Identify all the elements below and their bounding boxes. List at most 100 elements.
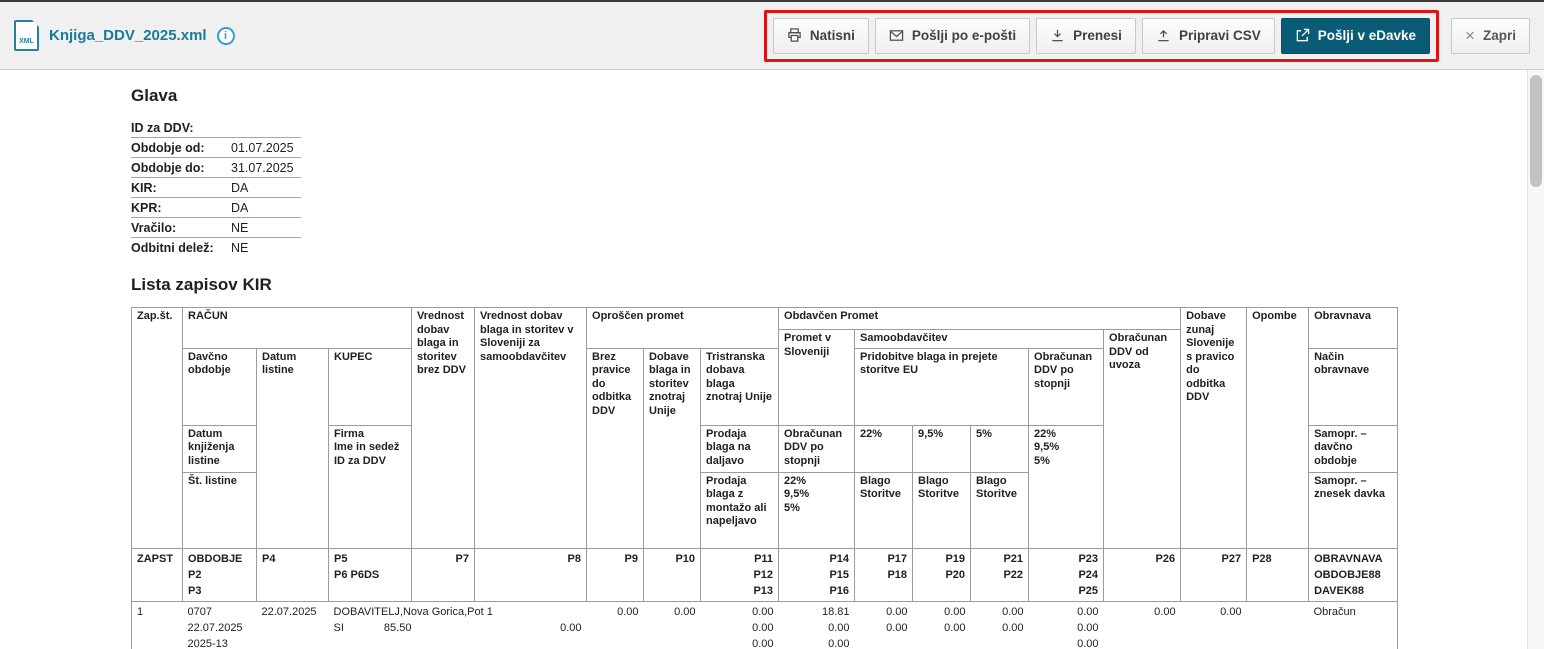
glava-value: [231, 118, 301, 138]
prepare-csv-button[interactable]: Pripravi CSV: [1141, 17, 1275, 54]
code-p5-p6-p6ds: P5 P6 P6DS: [327, 547, 413, 602]
export-csv-icon: [1158, 29, 1169, 42]
th-vrednost-brez-ddv: Vrednost dobav blaga in storitev brez DD…: [411, 307, 476, 549]
code-p21-p22: P21 P22: [970, 547, 1030, 602]
download-icon: [1052, 29, 1063, 42]
topbar: XML Knjiga_DDV_2025.xml i Natisni Pošlji…: [0, 0, 1544, 70]
th-dobave-znotraj-unije: Dobave blaga in storitev znotraj Unije: [643, 347, 702, 549]
glava-value: 31.07.2025: [231, 157, 301, 178]
code-obravnava: OBRAVNAVA OBDOBJE88 DAVEK88: [1308, 547, 1399, 602]
cell-obravnava: Obračun: [1308, 601, 1398, 649]
highlighted-toolbar: Natisni Pošlji po e-pošti Prenesi Pripra…: [763, 9, 1440, 62]
xml-file-icon: XML: [14, 20, 39, 51]
th-st-listine: Št. listine: [182, 471, 257, 549]
vertical-scrollbar[interactable]: [1527, 70, 1544, 649]
th-obravnava: Obravnava: [1308, 307, 1399, 349]
code-p19-p20: P19 P20: [912, 547, 972, 602]
th-datum-listine: Datum listine: [256, 347, 329, 549]
download-button[interactable]: Prenesi: [1036, 17, 1136, 54]
cell-kupec-line2: SI 85.50: [333, 620, 412, 636]
glava-row: ID za DDV:: [131, 118, 301, 138]
code-p14-p15-p16: P14 P15 P16: [778, 547, 856, 602]
th-oproscen-promet: Oproščen promet: [586, 307, 780, 349]
send-to-edavke-button[interactable]: Pošlji v eDavke: [1280, 17, 1431, 54]
cell-kupec-id: SI: [333, 621, 344, 634]
glava-label: Obdobje od:: [131, 137, 231, 158]
cell-p26: 0.00: [1103, 601, 1181, 649]
cell-p23-p24-p25: 0.00 0.00 0.00: [1028, 601, 1104, 649]
th-blago-storitve-22: Blago Storitve: [854, 471, 914, 549]
close-icon: ×: [1465, 26, 1475, 45]
prepare-csv-button-label: Pripravi CSV: [1178, 28, 1261, 43]
code-p17-p18: P17 P18: [854, 547, 914, 602]
close-button-label: Zapri: [1482, 28, 1516, 43]
th-blago-storitve-95: Blago Storitve: [912, 471, 972, 549]
th-samopr-davcno-obdobje: Samopr. – davčno obdobje: [1308, 424, 1399, 473]
glava-label: KIR:: [131, 177, 231, 198]
glava-label: Obdobje do:: [131, 157, 231, 178]
code-p27: P27: [1180, 547, 1248, 602]
cell-kupec-znesek: 85.50: [383, 621, 412, 634]
th-promet-v-sloveniji: Promet v Sloveniji: [778, 329, 856, 426]
th-zapst: Zap.št.: [131, 307, 183, 549]
glava-value: DA: [231, 197, 301, 218]
glava-table: ID za DDV: Obdobje od: 01.07.2025 Obdobj…: [131, 118, 301, 257]
th-tristranska-dobava: Tristranska dobava blaga znotraj Unije: [700, 347, 780, 426]
cell-obdobje: 0707 22.07.2025 2025-13: [182, 601, 257, 649]
code-obdobje-p2-p3: OBDOBJE P2 P3: [182, 547, 257, 602]
th-davcno-obdobje: Davčno obdobje: [182, 347, 257, 426]
external-link-icon: [1296, 28, 1309, 42]
glava-value: NE: [231, 241, 249, 255]
glava-label: KPR:: [131, 197, 231, 218]
send-email-button[interactable]: Pošlji po e-pošti: [874, 17, 1031, 54]
glava-value: NE: [231, 217, 301, 238]
glava-row: KIR: DA: [131, 177, 301, 198]
printer-icon: [788, 28, 801, 42]
th-rate-22: 22%: [854, 424, 914, 473]
th-samoobdavcitev: Samoobdavčitev: [854, 329, 1105, 349]
code-p10: P10: [643, 547, 702, 602]
th-dobave-zunaj-slovenije: Dobave zunaj Slovenije s pravico do odbi…: [1180, 307, 1248, 549]
send-to-edavke-button-label: Pošlji v eDavke: [1317, 28, 1417, 43]
th-rate-95: 9,5%: [912, 424, 972, 473]
th-nacin-obravnave: Način obravnave: [1308, 347, 1399, 426]
scrollbar-thumb[interactable]: [1530, 75, 1542, 187]
th-opombe: Opombe: [1246, 307, 1310, 549]
print-button-label: Natisni: [809, 28, 855, 43]
cell-p11-p12-p13: 0.00 0.00 0.00: [700, 601, 779, 649]
glava-value: 01.07.2025: [231, 137, 301, 158]
th-rate-5: 5%: [970, 424, 1030, 473]
file-group: XML Knjiga_DDV_2025.xml i: [14, 20, 235, 51]
th-prodaja-z-montazo: Prodaja blaga z montažo ali napeljavo: [700, 471, 780, 549]
cell-p21-p22: 0.00 0.00: [970, 601, 1029, 649]
code-p4: P4: [256, 547, 329, 602]
kir-heading: Lista zapisov KIR: [131, 275, 272, 294]
th-stopnje-slo: 22% 9,5% 5%: [778, 471, 856, 549]
cell-p19-p20: 0.00 0.00: [912, 601, 971, 649]
code-p26: P26: [1103, 547, 1182, 602]
kir-table: Zap.št. RAČUN Vrednost dobav blaga in st…: [131, 307, 1399, 649]
th-samopr-znesek-davka: Samopr. – znesek davka: [1308, 471, 1399, 549]
close-button[interactable]: × Zapri: [1451, 17, 1530, 54]
glava-row: Obdobje od: 01.07.2025: [131, 137, 301, 158]
cell-p10: 0.00: [643, 601, 701, 649]
cell-p28: [1246, 601, 1309, 649]
folded-corner: [32, 20, 39, 27]
th-obracunan-ddv-od-uvoza: Obračunan DDV od uvoza: [1103, 329, 1182, 549]
kir-record-row: 1 0707 22.07.2025 2025-13 22.07.2025 DOB…: [131, 601, 1398, 649]
glava-label: Odbitni delež:: [131, 241, 214, 255]
th-brez-pravice-odbitka: Brez pravice do odbitka DDV: [586, 347, 645, 549]
download-button-label: Prenesi: [1073, 28, 1122, 43]
glava-heading: Glava: [131, 86, 178, 105]
th-firma-ime-id: Firma Ime in sedež ID za DDV: [327, 424, 413, 549]
glava-row: Vračilo: NE: [131, 217, 301, 238]
th-racun: RAČUN: [181, 307, 413, 349]
info-icon[interactable]: i: [216, 26, 235, 45]
cell-p27: 0.00: [1180, 601, 1247, 649]
print-button[interactable]: Natisni: [772, 17, 869, 54]
code-p11-p12-p13: P11 P12 P13: [700, 547, 780, 602]
cell-p14-p15-p16: 18.81 0.00 0.00: [778, 601, 855, 649]
cell-kupec-firma: DOBAVITELJ,Nova Gorica,Pot 1: [333, 605, 493, 618]
th-kupec: KUPEC: [327, 347, 413, 426]
th-datum-knjizenja: Datum knjiženja listine: [182, 424, 257, 473]
